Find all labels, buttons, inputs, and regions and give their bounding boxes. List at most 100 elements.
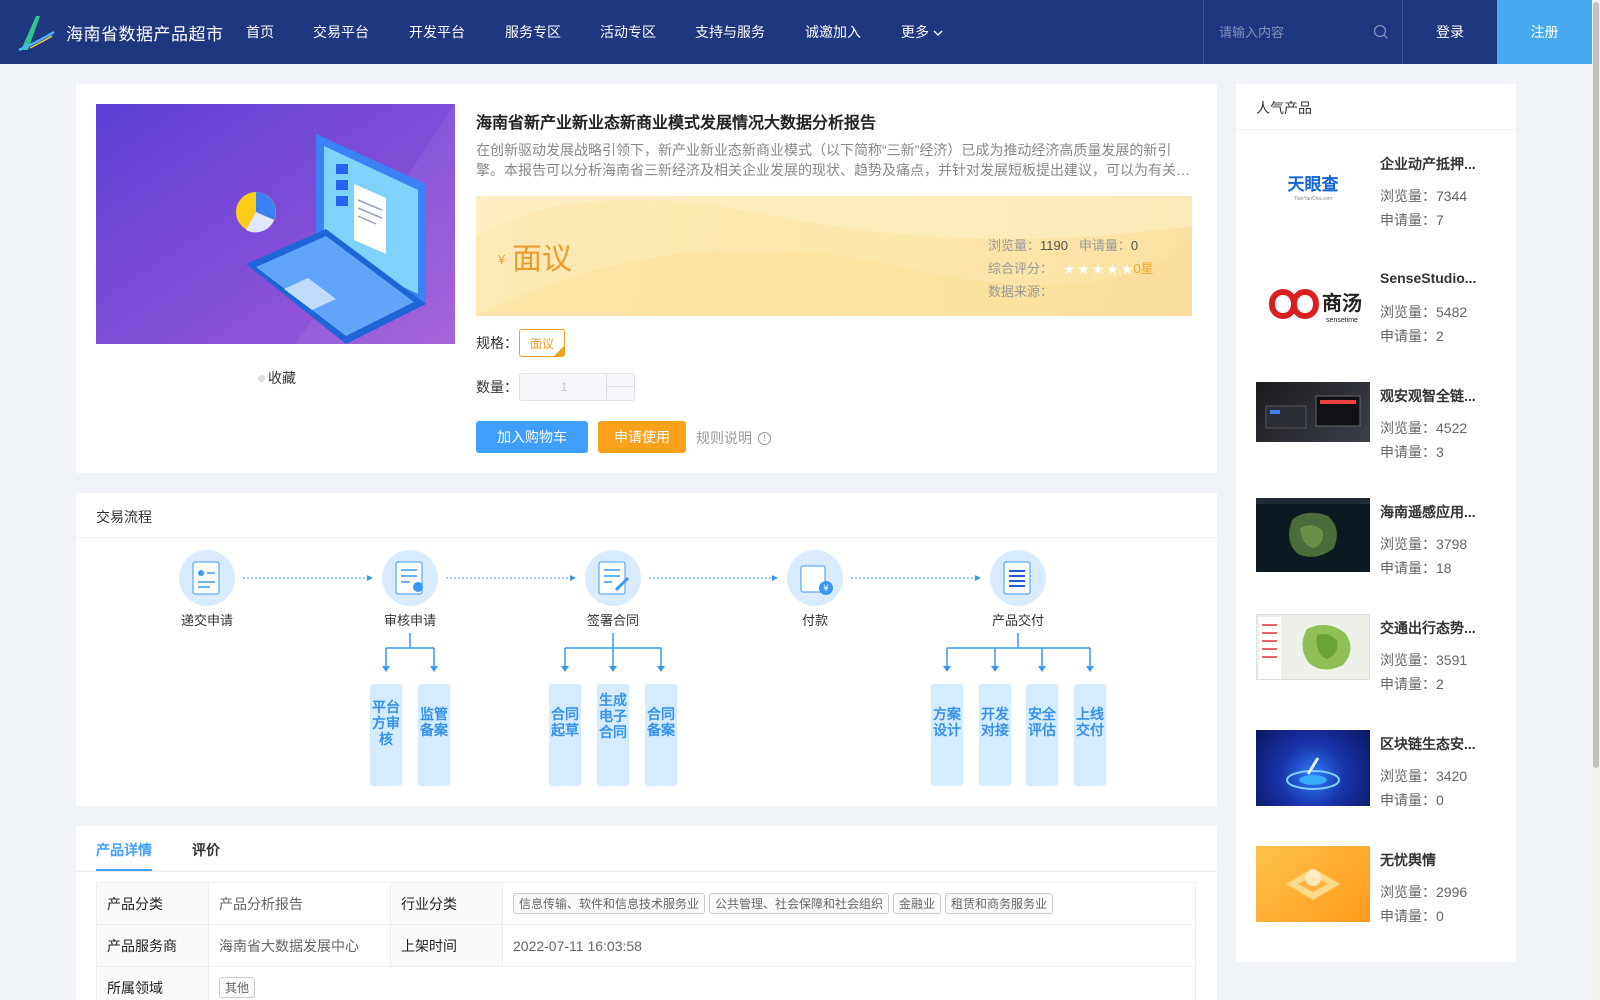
- details-table: 产品分类 产品分析报告 行业分类 信息传输、软件和信息技术服务业 公共管理、社会保…: [96, 882, 1196, 1000]
- info-icon: !: [758, 431, 771, 445]
- logo-wordmark: 天眼查: [1288, 174, 1340, 194]
- popular-item[interactable]: 天眼查 TianYanCha.com 企业动产抵押... 浏览量：7344 申请…: [1256, 150, 1501, 250]
- apply-use-button[interactable]: 申请使用: [598, 421, 686, 453]
- industry-tag: 金融业: [893, 893, 942, 914]
- popular-item[interactable]: 交通出行态势... 浏览量：3591 申请量：2: [1256, 614, 1501, 714]
- views-count: 7344: [1436, 188, 1468, 204]
- popular-item-views: 浏览量：4522: [1380, 418, 1467, 438]
- product-thumbnail: [1256, 846, 1370, 922]
- quantity-label: 数量：: [476, 379, 518, 395]
- nav-trading-platform[interactable]: 交易平台: [313, 22, 369, 42]
- rules-link[interactable]: 规则说明 !: [696, 428, 771, 448]
- star-icon: ★: [1077, 261, 1090, 278]
- nav-activity-zone[interactable]: 活动专区: [600, 22, 656, 42]
- data-source: 数据来源：: [988, 284, 1054, 299]
- rating-label: 综合评分：: [988, 261, 1054, 276]
- provider-value: 海南省大数据发展中心: [208, 924, 391, 967]
- popular-item-name: 无忧舆情: [1380, 852, 1436, 868]
- spec-label: 规格：: [476, 335, 518, 351]
- applies-label: 申请量：: [1380, 676, 1436, 692]
- login-button[interactable]: 登录: [1403, 0, 1497, 64]
- views-label: 浏览量：: [1380, 652, 1436, 668]
- add-to-cart-button[interactable]: 加入购物车: [476, 421, 588, 453]
- popular-item[interactable]: 商汤 sensetime SenseStudio... 浏览量：5482 申请量…: [1256, 266, 1501, 366]
- domain-value: 其他: [208, 966, 1196, 1000]
- applies-count: 0: [1436, 792, 1444, 808]
- popular-item-applies: 申请量：3: [1380, 442, 1444, 462]
- substep-contract-draft: 合同起草: [549, 684, 581, 786]
- popular-item-views: 浏览量：3591: [1380, 650, 1467, 670]
- register-button[interactable]: 注册: [1497, 0, 1592, 64]
- views-count: 3798: [1436, 536, 1468, 552]
- nav-home[interactable]: 首页: [246, 22, 274, 42]
- popular-item-views: 浏览量：5482: [1380, 302, 1467, 322]
- substep-solution-design: 方案设计: [931, 684, 963, 786]
- site-logo-icon[interactable]: [18, 12, 56, 52]
- star-icon: ★: [1091, 261, 1105, 278]
- popular-item-applies: 申请量：0: [1380, 906, 1444, 926]
- nav-dev-platform[interactable]: 开发平台: [409, 22, 465, 42]
- views-label: 浏览量：: [1380, 536, 1436, 552]
- product-description: 在创新驱动发展战略引领下，新产业新业态新商业模式（以下简称“三新”经济）已成为推…: [476, 142, 1190, 178]
- site-brand[interactable]: 海南省数据产品超市: [66, 20, 224, 45]
- views-count: 2996: [1436, 884, 1468, 900]
- table-row: 产品分类 产品分析报告 行业分类 信息传输、软件和信息技术服务业 公共管理、社会保…: [96, 882, 1196, 925]
- search-input[interactable]: [1219, 22, 1369, 42]
- popular-item[interactable]: 海南遥感应用... 浏览量：3798 申请量：18: [1256, 498, 1501, 598]
- nav-more[interactable]: 更多: [901, 22, 943, 42]
- logo-wordmark: 商汤: [1322, 291, 1362, 315]
- quantity-increase-button[interactable]: [606, 374, 634, 387]
- nav-service-zone[interactable]: 服务专区: [505, 22, 561, 42]
- product-thumbnail: 天眼查 TianYanCha.com: [1256, 150, 1370, 226]
- scrollbar-thumb[interactable]: [1593, 2, 1599, 768]
- popular-item[interactable]: 观安观智全链... 浏览量：4522 申请量：3: [1256, 382, 1501, 482]
- favorite-label: 收藏: [268, 370, 296, 386]
- product-card: 收藏 海南省新产业新业态新商业模式发展情况大数据分析报告 在创新驱动发展战略引领…: [76, 84, 1217, 473]
- substep-e-contract: 生成电子合同: [597, 684, 629, 786]
- quantity-decrease-button[interactable]: [606, 387, 634, 401]
- nav-join[interactable]: 诚邀加入: [805, 22, 861, 42]
- views-label: 浏览量：: [1380, 188, 1436, 204]
- step-payment-label: 付款: [801, 613, 828, 628]
- substep-regulatory-filing: 监管备案: [418, 684, 450, 786]
- popular-item-views: 浏览量：7344: [1380, 186, 1467, 206]
- quantity-stepper[interactable]: 1: [519, 373, 635, 401]
- delivery-list-icon: [990, 550, 1046, 606]
- popular-item-name: 企业动产抵押...: [1380, 156, 1476, 172]
- trade-flow-title: 交易流程: [76, 493, 1217, 538]
- popular-item[interactable]: 无忧舆情 浏览量：2996 申请量：0: [1256, 846, 1501, 946]
- trade-flow-card: 交易流程 ¥ 递交申请 审核申请 签署合同 付款 产品交付 平台方审核 监管备案…: [76, 493, 1217, 806]
- product-details-card: 产品详情 评价 产品分类 产品分析报告 行业分类 信息传输、软件和信息技术服务业…: [76, 826, 1217, 1000]
- category-key: 产品分类: [96, 882, 209, 925]
- product-title: 海南省新产业新业态新商业模式发展情况大数据分析报告: [476, 115, 877, 132]
- search-box: [1203, 0, 1403, 64]
- logo-subtext: sensetime: [1326, 317, 1358, 324]
- price-panel: ¥ 面议 浏览量：1190 申请量：0 综合评分： ★ ★ ★ ★ ★ 0星 数…: [476, 196, 1192, 316]
- listed-time-value: 2022-07-11 16:03:58: [502, 924, 1196, 967]
- product-image: [96, 104, 455, 344]
- popular-item-views: 浏览量：2996: [1380, 882, 1467, 902]
- tab-reviews[interactable]: 评价: [192, 840, 220, 860]
- nav-more-label: 更多: [901, 24, 929, 40]
- views-count: 3591: [1436, 652, 1468, 668]
- sign-contract-icon: [585, 550, 641, 606]
- top-navbar: 海南省数据产品超市 首页 交易平台 开发平台 服务专区 活动专区 支持与服务 诚…: [0, 0, 1600, 64]
- tab-product-details[interactable]: 产品详情: [96, 840, 152, 860]
- nav-support[interactable]: 支持与服务: [695, 22, 765, 42]
- logo-subtext: TianYanCha.com: [1294, 196, 1332, 202]
- substep-dev-integration: 开发对接: [979, 684, 1011, 786]
- domain-tag: 其他: [219, 977, 256, 998]
- popular-products-card: 人气产品 天眼查 TianYanCha.com 企业动产抵押... 浏览量：73…: [1236, 84, 1516, 962]
- spec-option[interactable]: 面议: [519, 329, 565, 357]
- applies-label: 申请量：: [1380, 792, 1436, 808]
- views-label: 浏览量：: [988, 238, 1041, 253]
- applies-count: 0: [1130, 238, 1139, 253]
- popular-item[interactable]: 区块链生态安... 浏览量：3420 申请量：0: [1256, 730, 1501, 830]
- popular-item-applies: 申请量：0: [1380, 790, 1444, 810]
- product-thumbnail: [1256, 614, 1370, 680]
- applies-label: 申请量：: [1380, 212, 1436, 228]
- search-icon[interactable]: [1373, 24, 1389, 40]
- industry-tag: 公共管理、社会保障和社会组织: [709, 893, 890, 914]
- popular-item-applies: 申请量：18: [1380, 558, 1452, 578]
- favorite-button[interactable]: 收藏: [258, 368, 296, 388]
